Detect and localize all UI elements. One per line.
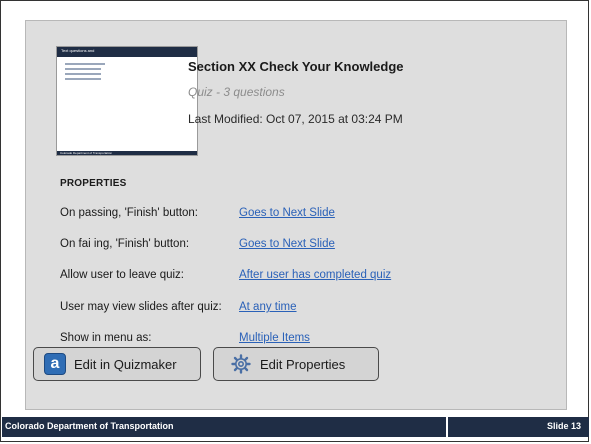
edit-properties-label: Edit Properties — [260, 356, 346, 372]
gear-icon — [230, 353, 252, 375]
thumbnail-header: Text questions and — [57, 47, 197, 57]
property-label-view-slides: User may view slides after quiz: — [60, 301, 222, 313]
property-label-on-failing: On fai ing, 'Finish' button: — [60, 238, 190, 250]
edit-in-quizmaker-button[interactable]: a Edit in Quizmaker — [33, 347, 201, 381]
thumbnail-footer-text: Colorado Department of Transportation — [60, 151, 113, 155]
properties-heading: PROPERTIES — [60, 178, 127, 189]
slide-frame: Text questions and Colorado Department o… — [0, 0, 589, 442]
footer-divider — [446, 417, 448, 437]
quiz-subtitle: Quiz - 3 questions — [188, 85, 285, 99]
thumbnail-answer-line — [65, 68, 101, 70]
property-link-view-slides[interactable]: At any time — [239, 301, 297, 313]
property-link-on-passing[interactable]: Goes to Next Slide — [239, 207, 335, 219]
footer-slide-number: Slide 13 — [546, 421, 581, 431]
property-link-leave-quiz[interactable]: After user has completed quiz — [239, 269, 391, 281]
edit-properties-button[interactable]: Edit Properties — [213, 347, 379, 381]
thumbnail-footer: Colorado Department of Transportation — [57, 151, 197, 155]
edit-in-quizmaker-label: Edit in Quizmaker — [74, 356, 177, 372]
thumbnail-answer-line — [65, 78, 101, 80]
footer-organization: Colorado Department of Transportation — [5, 421, 174, 431]
quizmaker-a-icon: a — [44, 353, 66, 375]
property-link-show-in-menu[interactable]: Multiple Items — [239, 332, 310, 344]
quiz-title: Section XX Check Your Knowledge — [188, 59, 404, 74]
thumbnail-header-text: Text questions and — [61, 48, 95, 53]
property-link-on-failing[interactable]: Goes to Next Slide — [239, 238, 335, 250]
thumbnail-answer-line — [65, 73, 101, 75]
slide-footer: Colorado Department of Transportation Sl… — [2, 417, 589, 437]
quiz-thumbnail[interactable]: Text questions and Colorado Department o… — [56, 46, 198, 156]
property-label-show-in-menu: Show in menu as: — [60, 332, 152, 344]
quiz-last-modified: Last Modified: Oct 07, 2015 at 03:24 PM — [188, 112, 403, 126]
thumbnail-answer-line — [65, 63, 105, 65]
property-label-on-passing: On passing, 'Finish' button: — [60, 207, 198, 219]
property-label-leave-quiz: Allow user to leave quiz: — [60, 269, 185, 281]
